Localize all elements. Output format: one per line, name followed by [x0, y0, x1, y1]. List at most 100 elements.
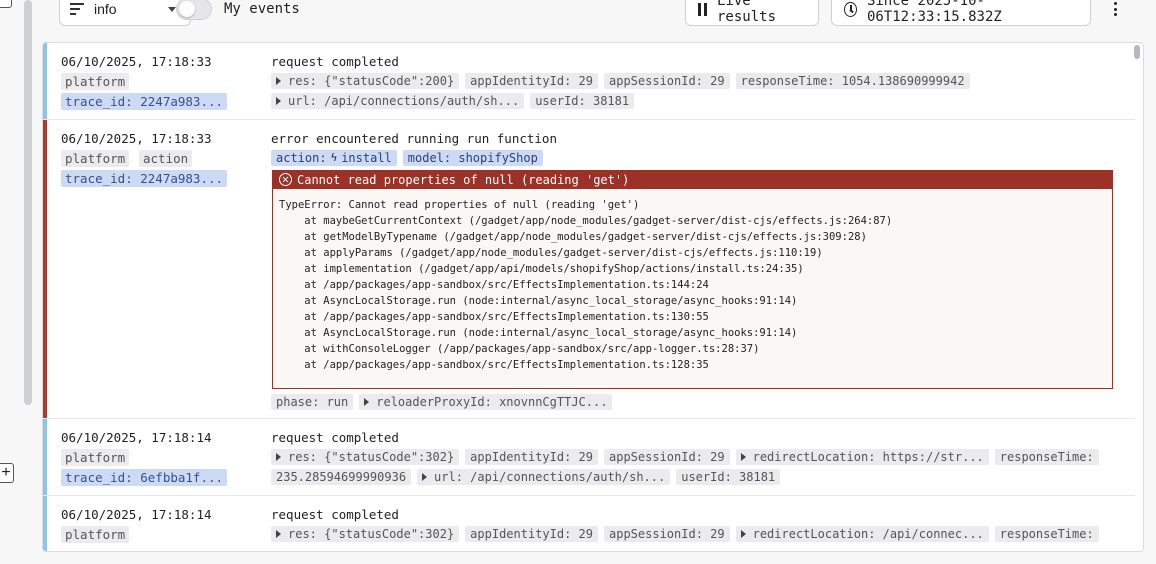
log-timestamp: 06/10/2025, 17:18:33 — [61, 54, 212, 69]
field-text: url: /api/connections/auth/sh... — [288, 94, 520, 108]
log-entry[interactable]: 06/10/2025, 17:18:14 request completed p… — [43, 419, 1135, 496]
field-chip: responseTime: 1054.138690999942 — [735, 73, 970, 89]
log-entry-error[interactable]: 06/10/2025, 17:18:33 error encountered r… — [43, 120, 1135, 419]
since-label: Since 2025-10-06T12:33:15.832Z — [866, 0, 1002, 25]
toggle-knob — [179, 1, 195, 17]
log-message: request completed — [271, 507, 399, 522]
log-level-value: info — [94, 1, 117, 17]
field-chip: appSessionId: 29 — [604, 73, 730, 89]
field-chip: appIdentityId: 29 — [465, 449, 598, 465]
field-chip: userId: 38181 — [530, 93, 635, 109]
field-chip: responseTime: — [994, 449, 1099, 465]
log-level-select[interactable]: info — [59, 0, 191, 26]
field-text: action: — [276, 151, 327, 165]
source-tag: platform — [61, 449, 130, 466]
log-panel: 06/10/2025, 17:18:33 request completed p… — [42, 42, 1144, 552]
type-tag: action — [139, 150, 193, 167]
log-fields-row: res: {"statusCode":302} appIdentityId: 2… — [271, 526, 1099, 542]
level-indicator-info — [43, 496, 47, 551]
stack-line: at /app/packages/app-sandbox/src/Effects… — [279, 359, 709, 371]
stack-line: at /app/packages/app-sandbox/src/Effects… — [279, 279, 709, 291]
log-fields-row: 235.28594699990936 url: /api/connections… — [271, 469, 781, 485]
trace-id-tag[interactable]: trace_id: 2247a983... — [61, 170, 228, 187]
pause-icon — [698, 2, 707, 16]
error-icon — [279, 173, 292, 186]
field-chip: appIdentityId: 29 — [465, 73, 598, 89]
log-fields-row: res: {"statusCode":200} appIdentityId: 2… — [271, 73, 970, 89]
more-vertical-icon[interactable] — [1108, 0, 1122, 18]
stack-line: at maybeGetCurrentContext (/gadget/app/n… — [279, 215, 893, 227]
stack-line: at AsyncLocalStorage.run (node:internal/… — [279, 295, 798, 307]
log-message: error encountered running run function — [271, 131, 557, 146]
field-text: res: {"statusCode":302} — [288, 527, 455, 541]
left-scrollbar[interactable] — [24, 0, 32, 405]
expandable-field[interactable]: res: {"statusCode":302} — [271, 449, 460, 465]
action-chip[interactable]: action: ϟ install — [271, 150, 397, 166]
bolt-icon: ϟ — [330, 151, 338, 164]
log-timestamp: 06/10/2025, 17:18:14 — [61, 430, 212, 445]
my-events-label: My events — [224, 1, 300, 17]
field-text: url: /api/connections/auth/sh... — [434, 470, 666, 484]
stack-line: at implementation (/gadget/app/api/model… — [279, 263, 804, 275]
log-fields-row: phase: run reloaderProxyId: xnovnnCgTTJC… — [271, 394, 613, 410]
left-rail: + — [0, 0, 36, 564]
field-text: install — [341, 151, 392, 165]
expand-triangle-icon — [740, 530, 746, 538]
clock-icon — [844, 1, 857, 17]
expandable-field[interactable]: reloaderProxyId: xnovnnCgTTJC... — [359, 394, 613, 410]
field-chip: phase: run — [271, 394, 354, 410]
log-timestamp: 06/10/2025, 17:18:14 — [61, 507, 212, 522]
level-indicator-info — [43, 43, 47, 119]
log-fields-row: url: /api/connections/auth/sh... userId:… — [271, 93, 635, 109]
field-text: redirectLocation: /api/connec... — [752, 527, 984, 541]
live-results-button[interactable]: Live results — [685, 0, 819, 26]
add-button[interactable]: + — [0, 463, 14, 483]
level-indicator-error — [43, 120, 47, 418]
stack-line: TypeError: Cannot read properties of nul… — [279, 199, 640, 211]
expandable-field[interactable]: redirectLocation: /api/connec... — [735, 526, 989, 542]
model-chip[interactable]: model: shopifyShop — [402, 150, 543, 166]
field-text: reloaderProxyId: xnovnnCgTTJC... — [376, 395, 608, 409]
expandable-field[interactable]: res: {"statusCode":200} — [271, 73, 460, 89]
collapse-button[interactable] — [0, 0, 12, 8]
log-entry[interactable]: 06/10/2025, 17:18:33 request completed p… — [43, 43, 1135, 120]
stack-line: at /app/packages/app-sandbox/src/Effects… — [279, 311, 709, 323]
field-text: res: {"statusCode":302} — [288, 450, 455, 464]
expandable-field[interactable]: redirectLocation: https://str... — [735, 449, 989, 465]
log-message: request completed — [271, 430, 399, 445]
my-events-toggle[interactable] — [176, 0, 212, 20]
field-chip: appSessionId: 29 — [604, 526, 730, 542]
field-text: redirectLocation: https://str... — [752, 450, 984, 464]
log-fields-row: action: ϟ install model: shopifyShop — [271, 150, 543, 166]
expand-triangle-icon — [276, 453, 281, 461]
stack-line: at applyParams (/gadget/app/node_modules… — [279, 247, 823, 259]
log-timestamp: 06/10/2025, 17:18:33 — [61, 131, 212, 146]
field-chip: responseTime: — [994, 526, 1099, 542]
stack-line: at AsyncLocalStorage.run (node:internal/… — [279, 327, 798, 339]
field-chip: 235.28594699990936 — [271, 469, 412, 485]
chevron-down-icon — [168, 7, 176, 12]
stack-line: at getModelByTypename (/gadget/app/node_… — [279, 231, 867, 243]
error-title: Cannot read properties of null (reading … — [297, 173, 630, 187]
expand-triangle-icon — [740, 453, 746, 461]
field-chip: appSessionId: 29 — [604, 449, 730, 465]
field-chip: appIdentityId: 29 — [465, 526, 598, 542]
expand-triangle-icon — [276, 97, 281, 105]
error-header: Cannot read properties of null (reading … — [273, 171, 1112, 189]
error-box: Cannot read properties of null (reading … — [272, 170, 1113, 389]
trace-id-tag[interactable]: trace_id: 2247a983... — [61, 93, 228, 110]
field-text: res: {"statusCode":200} — [288, 74, 455, 88]
filter-icon — [70, 3, 84, 15]
live-results-label: Live results — [717, 0, 777, 25]
level-indicator-info — [43, 419, 47, 495]
expand-triangle-icon — [422, 473, 428, 481]
log-entry[interactable]: 06/10/2025, 17:18:14 request completed p… — [43, 496, 1135, 551]
expandable-field[interactable]: url: /api/connections/auth/sh... — [417, 469, 671, 485]
since-button[interactable]: Since 2025-10-06T12:33:15.832Z — [831, 0, 1091, 26]
trace-id-tag[interactable]: trace_id: 6efbba1f... — [61, 469, 228, 486]
expand-triangle-icon — [364, 398, 370, 406]
log-fields-row: res: {"statusCode":302} appIdentityId: 2… — [271, 449, 1099, 465]
log-message: request completed — [271, 54, 399, 69]
expandable-field[interactable]: url: /api/connections/auth/sh... — [271, 93, 525, 109]
expandable-field[interactable]: res: {"statusCode":302} — [271, 526, 460, 542]
